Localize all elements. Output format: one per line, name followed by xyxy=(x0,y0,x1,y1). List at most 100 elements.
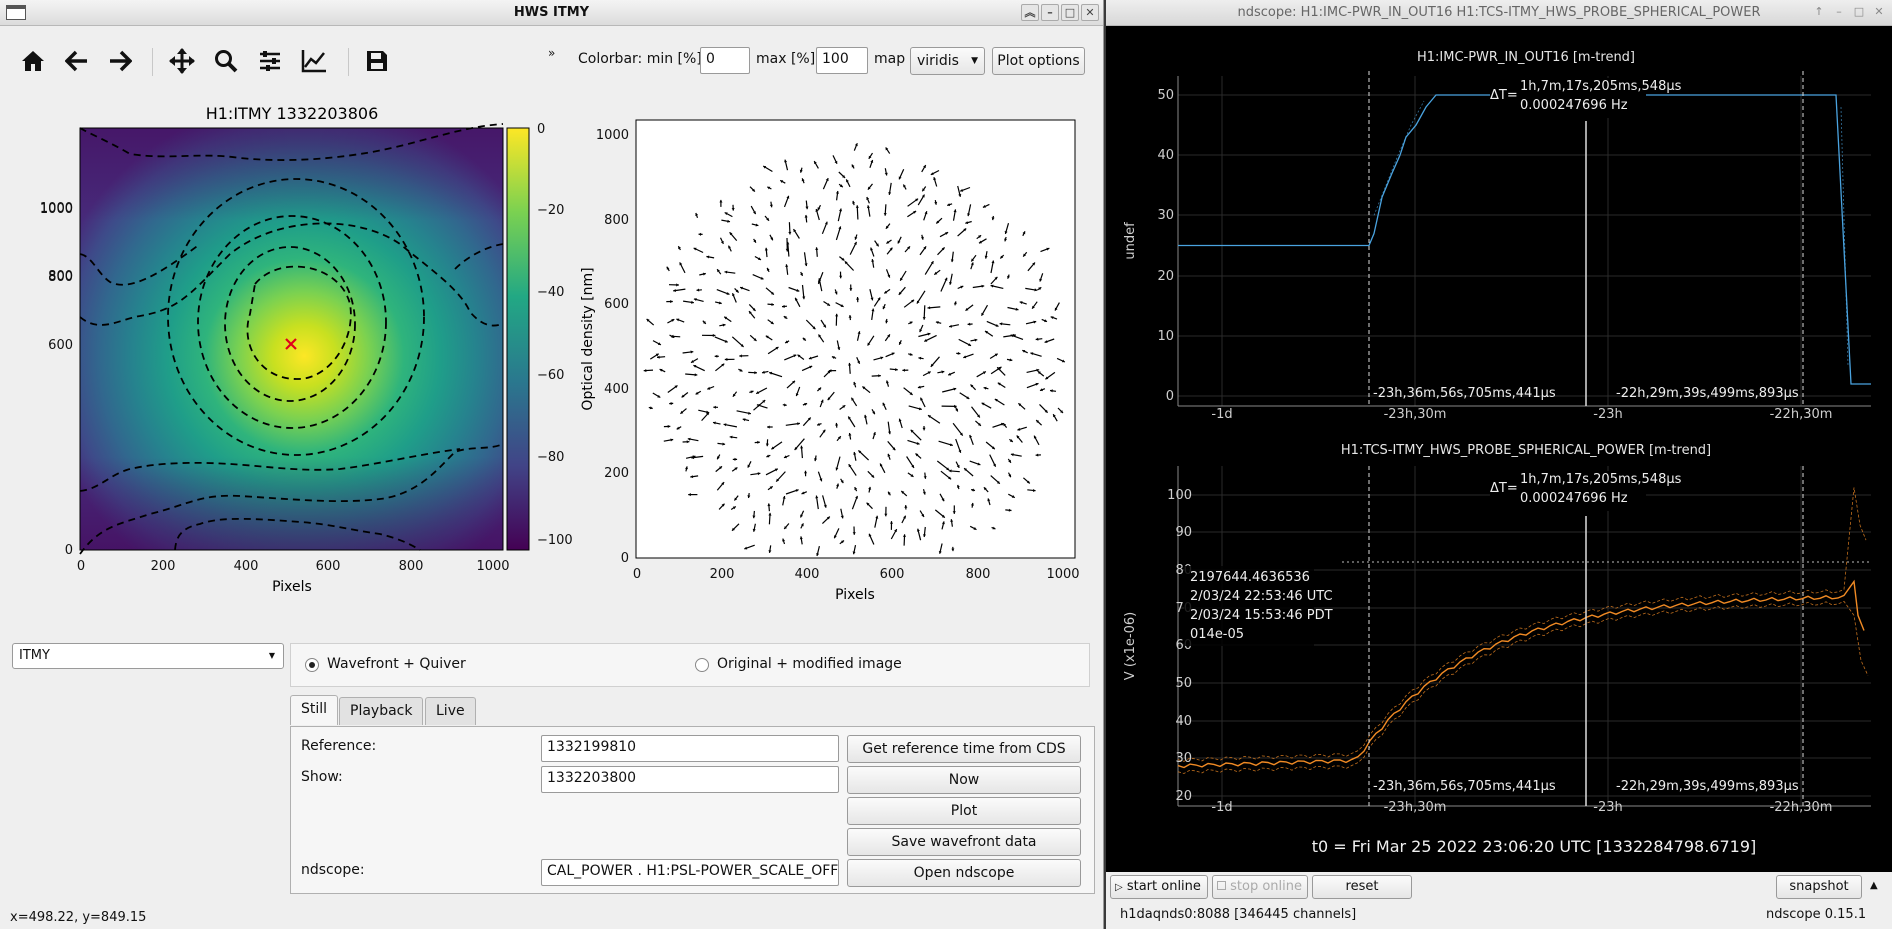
hws-window: HWS ITMY ︽ – □ ✕ » Colorbar: min [%] 0 m… xyxy=(0,0,1104,929)
ndscope-label: ndscope: xyxy=(301,862,365,878)
x-tick: 800 xyxy=(399,559,424,574)
nds-server-status: h1daqnds0:8088 [346445 channels] xyxy=(1120,907,1357,922)
snapshot-button[interactable]: snapshot xyxy=(1776,875,1862,899)
x-tick: -1d xyxy=(1211,800,1232,815)
zoom-icon[interactable] xyxy=(209,44,243,78)
radio-wavefront-quiver[interactable] xyxy=(305,658,319,672)
start-online-button[interactable]: ▷ start online xyxy=(1110,875,1208,899)
colorbar-ticks: 0 −20 −40 −60 −80 −100 xyxy=(537,122,573,548)
radio-original-modified-label[interactable]: Original + modified image xyxy=(717,656,902,672)
forward-arrow-icon[interactable] xyxy=(103,44,137,78)
colorbar-max-label: max [%] xyxy=(756,51,816,67)
plot-options-button[interactable]: Plot options xyxy=(992,47,1085,75)
optic-select[interactable]: ITMY ▼ xyxy=(12,643,284,669)
tooltip-line: 2197644.4636536 xyxy=(1190,570,1310,585)
plot1-x-ticks: -1d -23h,30m -23h -22h,30m xyxy=(1211,407,1832,422)
y-tick: 40 xyxy=(1157,148,1174,163)
y-tick: 1000 xyxy=(40,202,73,217)
close-icon[interactable]: ✕ xyxy=(1081,4,1099,21)
ndscope-plots[interactable]: H1:IMC-PWR_IN_OUT16 [m-trend] 0 10 20 30… xyxy=(1106,26,1892,860)
colorbar xyxy=(506,127,530,551)
t0-label: t0 = Fri Mar 25 2022 23:06:20 UTC [13322… xyxy=(1312,837,1757,856)
cbar-tick: −100 xyxy=(537,533,573,548)
plot2-delta-time: 1h,7m,17s,205ms,548µs xyxy=(1520,472,1682,487)
y-tick: 0 xyxy=(621,551,629,566)
maximize-icon[interactable]: □ xyxy=(1850,4,1868,21)
optic-select-value: ITMY xyxy=(19,648,50,663)
plot1-y-label: undef xyxy=(1123,222,1138,260)
wavefront-figure: H1:ITMY 1332203806 0 200 400 600 800 100… xyxy=(40,104,1080,603)
shade-icon[interactable]: ︽ xyxy=(1021,4,1039,21)
minimize-icon[interactable]: – xyxy=(1041,4,1059,21)
tooltip-line: 2/03/24 22:53:46 UTC xyxy=(1190,589,1333,604)
x-tick: -1d xyxy=(1211,407,1232,422)
open-ndscope-button[interactable]: Open ndscope xyxy=(847,859,1081,887)
x-tick: 200 xyxy=(710,567,735,582)
shade-icon[interactable]: ↑ xyxy=(1810,4,1828,21)
radio-original-modified[interactable] xyxy=(695,658,709,672)
cbar-tick: 0 xyxy=(537,122,545,137)
x-tick: 600 xyxy=(316,559,341,574)
show-input[interactable]: 1332203800 xyxy=(541,766,839,793)
cbar-tick: −60 xyxy=(537,368,564,383)
radio-wavefront-quiver-label[interactable]: Wavefront + Quiver xyxy=(327,656,466,672)
plot2-delta-label: ΔT= xyxy=(1490,481,1518,496)
plot-button[interactable]: Plot xyxy=(847,797,1081,825)
save-icon[interactable] xyxy=(360,44,394,78)
quiver-y-ticks: 0 200 400 600 800 1000 xyxy=(596,128,629,566)
reference-input[interactable]: 1332199810 xyxy=(541,735,839,762)
now-button[interactable]: Now xyxy=(847,766,1081,794)
hws-titlebar[interactable]: HWS ITMY ︽ – □ ✕ xyxy=(0,0,1103,26)
y-tick: 600 xyxy=(48,338,73,353)
x-tick: 800 xyxy=(966,567,991,582)
ndscope-window: ndscope: H1:IMC-PWR_IN_OUT16 H1:TCS-ITMY… xyxy=(1106,0,1892,929)
reference-label: Reference: xyxy=(301,738,377,754)
colorbar-max-input[interactable]: 100 xyxy=(816,47,868,74)
window-menu-icon[interactable] xyxy=(6,5,26,20)
y-tick: 1000 xyxy=(596,128,629,143)
y-tick: 20 xyxy=(1175,789,1192,804)
plot2-y-label: V (x1e-06) xyxy=(1123,612,1138,680)
stop-online-button[interactable]: stop online xyxy=(1212,875,1308,899)
maximize-icon[interactable]: □ xyxy=(1061,4,1079,21)
tooltip-line: 2/03/24 15:53:46 PDT xyxy=(1190,608,1333,623)
close-icon[interactable]: ✕ xyxy=(1870,4,1888,21)
ndscope-titlebar[interactable]: ndscope: H1:IMC-PWR_IN_OUT16 H1:TCS-ITMY… xyxy=(1106,0,1892,26)
back-arrow-icon[interactable] xyxy=(60,44,94,78)
view-mode-group: Wavefront + Quiver Original + modified i… xyxy=(290,643,1090,687)
tab-playback[interactable]: Playback xyxy=(339,697,424,725)
x-tick: -23h xyxy=(1593,407,1622,422)
home-icon[interactable] xyxy=(16,44,50,78)
colorbar-min-input[interactable]: 0 xyxy=(700,47,750,74)
x-tick: -23h,30m xyxy=(1384,800,1447,815)
plot1-cursor-right-label: -22h,29m,39s,499ms,893µs xyxy=(1616,386,1799,401)
x-tick: 400 xyxy=(234,559,259,574)
y-tick: 200 xyxy=(604,466,629,481)
y-tick: 20 xyxy=(1157,269,1174,284)
cbar-tick: −20 xyxy=(537,203,564,218)
plot1-cursor-left-label: -23h,36m,56s,705ms,441µs xyxy=(1373,386,1556,401)
edit-axis-icon[interactable] xyxy=(297,44,331,78)
save-wavefront-button[interactable]: Save wavefront data xyxy=(847,828,1081,856)
colormap-select[interactable]: viridis ▼ xyxy=(910,47,985,75)
minimize-icon[interactable]: – xyxy=(1830,4,1848,21)
ndscope-channels-input[interactable]: CAL_POWER . H1:PSL-POWER_SCALE_OFFSET xyxy=(541,859,839,886)
tab-live[interactable]: Live xyxy=(425,697,476,725)
x-tick: 0 xyxy=(77,559,85,574)
pan-icon[interactable] xyxy=(165,44,199,78)
show-label: Show: xyxy=(301,769,343,785)
plot2-title: H1:TCS-ITMY_HWS_PROBE_SPHERICAL_POWER [m… xyxy=(1341,443,1711,458)
configure-subplots-icon[interactable] xyxy=(253,44,287,78)
still-tab-panel: Reference: 1332199810 Get reference time… xyxy=(290,726,1095,894)
cbar-tick: −40 xyxy=(537,285,564,300)
x-tick: 200 xyxy=(151,559,176,574)
reset-button[interactable]: reset xyxy=(1312,875,1412,899)
get-reference-button[interactable]: Get reference time from CDS xyxy=(847,735,1081,763)
toolbar-overflow[interactable]: » xyxy=(548,46,555,60)
tab-still[interactable]: Still xyxy=(290,695,339,725)
chevron-up-icon[interactable]: ▲ xyxy=(1870,880,1878,891)
quiver-plot[interactable] xyxy=(635,119,1076,559)
plot2-cursor-right-label: -22h,29m,39s,499ms,893µs xyxy=(1616,779,1799,794)
plot2-cursor-left-label: -23h,36m,56s,705ms,441µs xyxy=(1373,779,1556,794)
x-tick: -23h,30m xyxy=(1384,407,1447,422)
